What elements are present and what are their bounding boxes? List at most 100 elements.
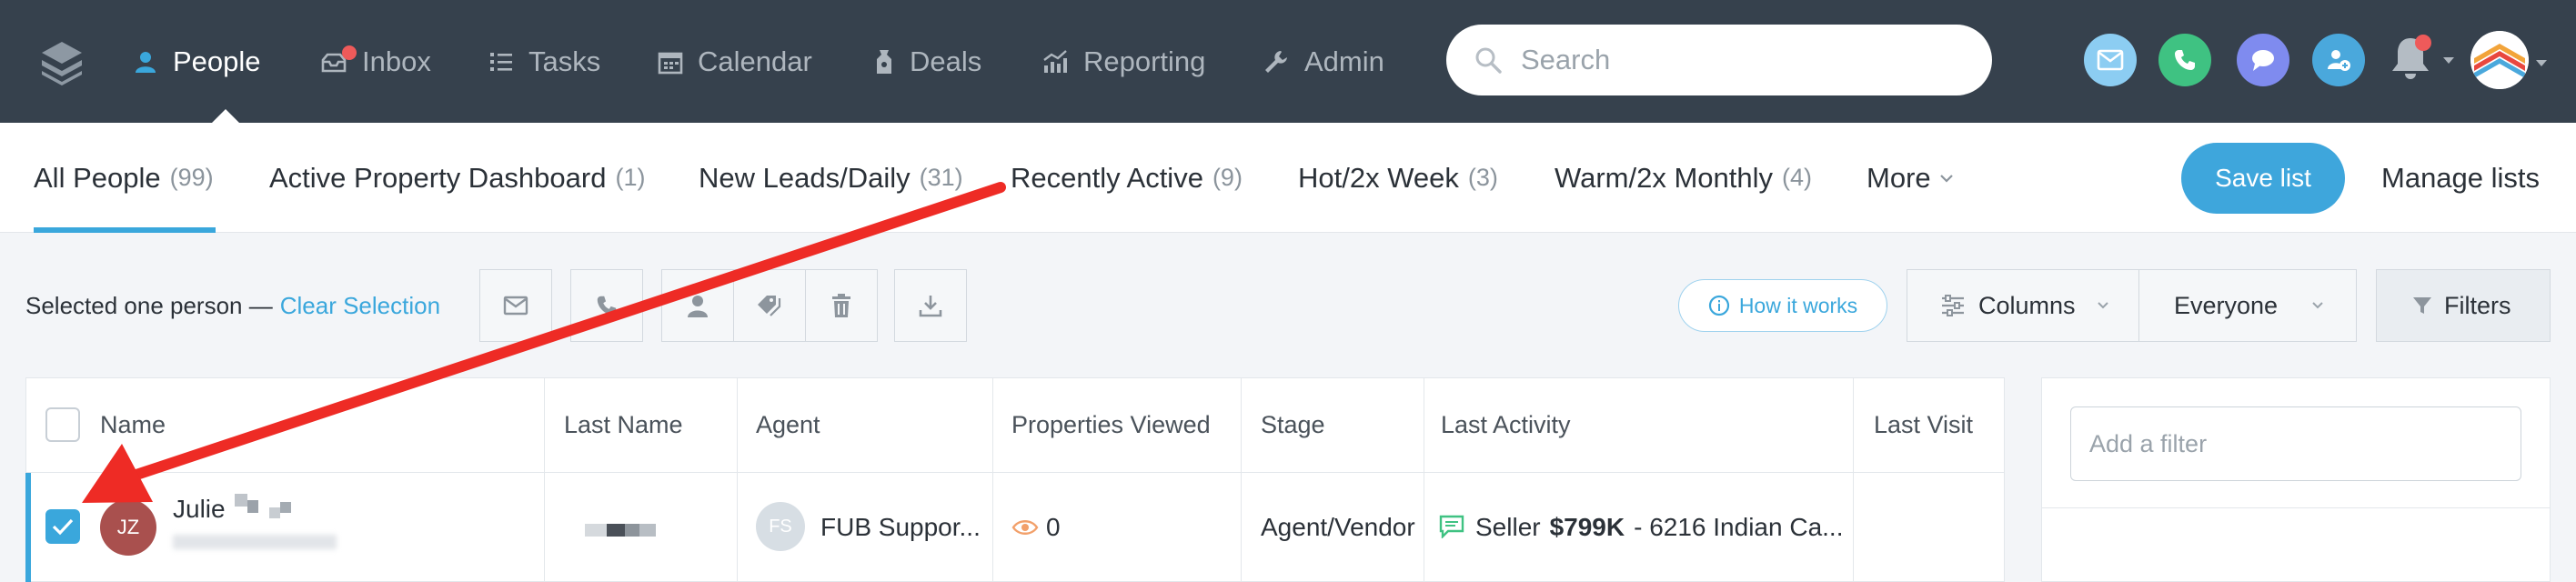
- redacted-text: [269, 507, 280, 518]
- properties-viewed-count: 0: [1046, 513, 1061, 541]
- stage-value[interactable]: Agent/Vendor: [1261, 509, 1415, 546]
- nav-item-label: Tasks: [528, 45, 601, 77]
- tab-new-leads-daily[interactable]: New Leads/Daily (31): [699, 123, 963, 233]
- row-select-checkbox[interactable]: [45, 509, 80, 544]
- nav-item-inbox[interactable]: Inbox: [320, 0, 431, 123]
- clear-selection-link[interactable]: Clear Selection: [280, 292, 440, 320]
- person-icon: [688, 296, 708, 317]
- person-icon: [136, 51, 156, 73]
- nav-item-people[interactable]: People: [133, 0, 261, 123]
- select-all-checkbox[interactable]: [45, 407, 80, 442]
- agent-name[interactable]: FUB Suppor...: [820, 509, 981, 546]
- tab-warm-2x-monthly[interactable]: Warm/2x Monthly (4): [1555, 123, 1812, 233]
- redacted-text: [607, 524, 625, 537]
- add-filter-input[interactable]: [2070, 406, 2521, 481]
- funnel-icon: [2413, 297, 2431, 314]
- add-person-quick-button[interactable]: [2312, 34, 2365, 86]
- active-nav-indicator: [212, 109, 239, 123]
- tab-more[interactable]: More: [1867, 123, 1955, 233]
- contact-first-name[interactable]: Julie: [173, 491, 226, 527]
- tab-label: New Leads/Daily: [699, 161, 911, 194]
- nav-item-label: Reporting: [1083, 45, 1206, 77]
- call-quick-button[interactable]: [2158, 34, 2211, 86]
- redacted-text: [639, 524, 656, 537]
- redacted-text: [585, 524, 607, 537]
- redacted-text: [247, 500, 258, 513]
- envelope-icon: [503, 296, 528, 316]
- export-selected-button[interactable]: [894, 269, 967, 342]
- selected-row-indicator: [25, 473, 31, 582]
- column-header-last-name[interactable]: Last Name: [564, 377, 683, 473]
- assign-agent-button[interactable]: [661, 269, 734, 342]
- chevron-down-icon[interactable]: [2443, 57, 2454, 64]
- global-search[interactable]: [1446, 25, 1992, 95]
- app-logo-icon[interactable]: [38, 38, 86, 85]
- column-header-last-visit[interactable]: Last Visit: [1874, 377, 1973, 473]
- redacted-text: [235, 494, 247, 507]
- tasks-icon: [490, 52, 512, 71]
- column-header-last-activity[interactable]: Last Activity: [1441, 377, 1571, 473]
- search-input[interactable]: [1519, 43, 1956, 77]
- text-quick-button[interactable]: [2237, 34, 2289, 86]
- tab-label: All People: [34, 161, 161, 194]
- nav-item-label: People: [173, 45, 261, 77]
- nav-item-label: Inbox: [362, 45, 431, 77]
- filters-label: Filters: [2444, 291, 2511, 319]
- contact-avatar: JZ: [100, 499, 156, 556]
- email-quick-button[interactable]: [2084, 34, 2137, 86]
- tab-label: More: [1867, 161, 1931, 194]
- chevron-down-icon: [1939, 174, 1953, 183]
- chevron-down-icon[interactable]: [2536, 60, 2547, 66]
- activity-address: - 6216 Indian Ca...: [1634, 513, 1844, 541]
- tab-count: (3): [1467, 164, 1498, 191]
- filters-button[interactable]: Filters: [2376, 269, 2551, 342]
- sliders-icon: [1942, 295, 1964, 316]
- tag-icon: [758, 296, 781, 316]
- user-avatar[interactable]: [2470, 31, 2529, 89]
- column-divider: [1853, 377, 1854, 582]
- manage-lists-link[interactable]: Manage lists: [2381, 123, 2540, 233]
- how-it-works-button[interactable]: How it works: [1678, 279, 1887, 332]
- tab-recently-active[interactable]: Recently Active (9): [1011, 123, 1243, 233]
- column-header-agent[interactable]: Agent: [756, 377, 820, 473]
- nav-item-label: Calendar: [698, 45, 812, 77]
- top-navigation-bar: People Inbox Tasks Calendar Deals Report…: [0, 0, 2576, 123]
- search-icon: [1475, 47, 1502, 74]
- agent-avatar: FS: [756, 502, 805, 551]
- nav-item-admin[interactable]: Admin: [1263, 0, 1384, 123]
- call-selected-button[interactable]: [570, 269, 643, 342]
- email-selected-button[interactable]: [479, 269, 552, 342]
- column-divider: [992, 377, 993, 582]
- nav-item-label: Deals: [910, 45, 982, 77]
- nav-item-reporting[interactable]: Reporting: [1041, 0, 1205, 123]
- save-list-button[interactable]: Save list: [2181, 143, 2345, 214]
- tab-hot-2x-week[interactable]: Hot/2x Week (3): [1298, 123, 1498, 233]
- nav-item-calendar[interactable]: Calendar: [658, 0, 812, 123]
- delete-selected-button[interactable]: [805, 269, 878, 342]
- message-icon: [1439, 515, 1464, 538]
- activity-type: Seller: [1475, 513, 1541, 541]
- tab-all-people[interactable]: All People (99): [34, 123, 214, 233]
- redacted-text: [280, 502, 291, 513]
- nav-item-deals[interactable]: Deals: [873, 0, 981, 123]
- trash-icon: [832, 294, 850, 317]
- inbox-unread-dot: [342, 45, 357, 60]
- filter-panel-divider: [2041, 507, 2551, 508]
- column-header-name[interactable]: Name: [100, 377, 166, 473]
- how-it-works-label: How it works: [1738, 293, 1858, 317]
- column-header-stage[interactable]: Stage: [1261, 377, 1325, 473]
- tab-label: Hot/2x Week: [1298, 161, 1459, 194]
- calendar-icon: [658, 52, 683, 74]
- phone-icon: [597, 296, 617, 316]
- tab-active-property-dashboard[interactable]: Active Property Dashboard (1): [269, 123, 645, 233]
- active-tab-underline: [34, 227, 216, 233]
- everyone-dropdown[interactable]: Everyone: [2138, 269, 2357, 342]
- nav-item-tasks[interactable]: Tasks: [488, 0, 600, 123]
- reporting-icon: [1043, 49, 1067, 73]
- tab-count: (1): [615, 164, 646, 191]
- tag-selected-button[interactable]: [733, 269, 806, 342]
- chevron-down-icon: [2097, 302, 2108, 309]
- column-header-properties-viewed[interactable]: Properties Viewed: [1011, 377, 1211, 473]
- columns-dropdown[interactable]: Columns: [1907, 269, 2139, 342]
- last-activity[interactable]: Seller $799K - 6216 Indian Ca...: [1475, 509, 1843, 546]
